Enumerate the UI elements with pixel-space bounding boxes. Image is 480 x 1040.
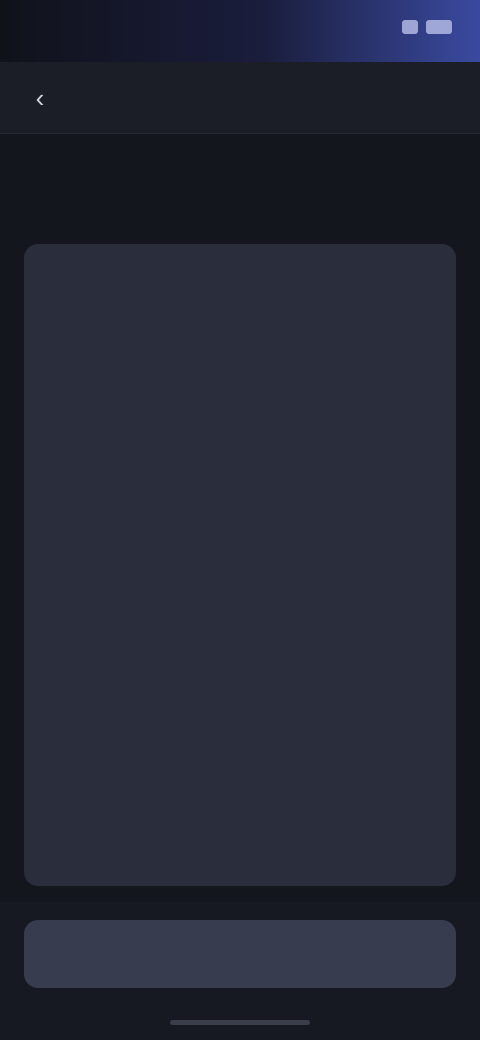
status-bar (0, 0, 480, 62)
chevron-left-icon: ‹ (35, 82, 45, 113)
home-indicator (170, 1020, 310, 1025)
battery-icon (426, 20, 452, 34)
signal-icon (402, 20, 418, 34)
header-bar: ‹ (0, 62, 480, 134)
document-card[interactable] (24, 244, 456, 886)
status-icons (402, 20, 452, 34)
bottom-panel (0, 902, 480, 1040)
back-button[interactable]: ‹ (22, 80, 58, 116)
primary-action-button[interactable] (24, 920, 456, 988)
